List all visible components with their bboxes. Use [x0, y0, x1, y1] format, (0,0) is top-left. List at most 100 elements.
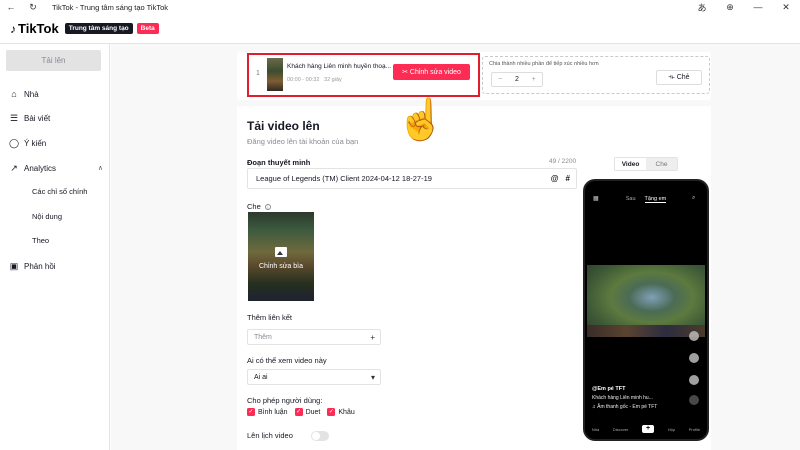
allow-options: ✓ Bình luận ✓ Duet ✓ Khâu: [247, 408, 355, 416]
feed-tab-following: Sau: [625, 196, 636, 202]
split-parts-stepper[interactable]: − 2 +: [491, 72, 543, 87]
checkbox-checked-icon[interactable]: ✓: [294, 408, 303, 416]
preview-username: @Em pé TFT: [592, 386, 626, 392]
sidebar-item-home[interactable]: ⌂ Nhà: [8, 88, 103, 100]
nav-profile: Profile: [688, 426, 701, 432]
tab-video[interactable]: Video: [615, 158, 646, 170]
sidebar-subitem-followers[interactable]: Theo: [32, 236, 49, 245]
sidebar-item-label: Ý kiến: [24, 138, 47, 148]
sidebar-item-label: Bài viết: [24, 113, 51, 123]
add-link-field[interactable]: Thêm +: [247, 329, 381, 345]
preview-sound: ♫ Âm thanh gốc - Em pé TFT: [592, 404, 658, 410]
split-label: Chia thành nhiều phần để tiếp xúc nhiều …: [489, 61, 599, 67]
cover-label: Che: [247, 202, 261, 211]
video-thumbnail: [267, 58, 283, 91]
cover-thumbnail[interactable]: Chỉnh sửa bìa: [248, 212, 314, 301]
chevron-down-icon: ▾: [370, 372, 375, 382]
preview-tabs: Video Che: [614, 157, 678, 171]
phone-preview: ▦ Sau Tặng em ⌕ @Em pé TFT Khách hàng Li…: [583, 179, 709, 441]
schedule-label: Lên lịch video: [247, 431, 293, 440]
allow-users-label: Cho phép người dùng:: [247, 396, 323, 405]
minimize-icon[interactable]: —: [744, 0, 772, 14]
window-title: TikTok - Trung tâm sáng tạo TikTok: [52, 2, 169, 12]
split-parts-value[interactable]: 2: [509, 76, 526, 83]
music-disc-icon: [689, 395, 699, 405]
preview-caption: Khách hàng Liên minh hu...: [592, 395, 653, 401]
creator-center-badge: Trung tâm sáng tạo: [64, 23, 133, 34]
duet-checkbox[interactable]: ✓ Duet: [294, 408, 320, 416]
scissors-icon: ✂: [402, 69, 408, 76]
edit-video-button[interactable]: ✂ Chỉnh sửa video: [393, 64, 470, 80]
split-button[interactable]: ⟛ Chẻ: [656, 70, 702, 85]
chart-icon: ↗: [10, 162, 18, 173]
feed-tabs: Sau Tặng em: [585, 196, 707, 203]
video-length: 32 giây: [324, 77, 342, 83]
sidebar-item-posts[interactable]: ☰ Bài viết: [8, 112, 103, 124]
checkbox-checked-icon[interactable]: ✓: [247, 408, 255, 416]
image-icon: [275, 247, 287, 257]
split-button-label: Chẻ: [676, 74, 690, 81]
checkbox-checked-icon[interactable]: ✓: [327, 408, 336, 416]
tab-cover[interactable]: Che: [646, 158, 677, 170]
sidebar-item-label: Nhà: [24, 89, 39, 99]
sidebar-item-analytics[interactable]: ↗ Analytics ∧: [8, 162, 103, 174]
plus-icon[interactable]: +: [370, 333, 375, 342]
back-icon[interactable]: ←: [0, 0, 22, 14]
schedule-toggle[interactable]: [311, 431, 329, 441]
close-icon[interactable]: ✕: [772, 0, 800, 14]
hashtag-icon[interactable]: #: [566, 174, 570, 183]
nav-inbox: Hộp: [667, 426, 676, 432]
comment-checkbox[interactable]: ✓ Bình luận: [247, 408, 288, 416]
sidebar-item-label: Phản hồi: [24, 261, 56, 271]
split-icon: ⟛: [668, 73, 675, 81]
search-icon: ⌕: [692, 195, 696, 201]
nav-discover: Discover: [612, 426, 629, 432]
privacy-value: Ai ai: [254, 373, 268, 381]
minus-icon[interactable]: −: [492, 76, 509, 83]
privacy-select[interactable]: Ai ai ▾: [247, 369, 381, 385]
sidebar-item-label: Analytics: [24, 163, 57, 173]
zoom-icon[interactable]: ⊕: [716, 0, 744, 14]
link-label: Thêm liên kết: [247, 313, 293, 322]
sidebar-item-feedback[interactable]: ▣ Phản hồi: [8, 260, 103, 272]
mention-icon[interactable]: @: [551, 174, 559, 183]
caption-input[interactable]: League of Legends (TM) Client 2024-04-12…: [247, 168, 577, 189]
sidebar: Tải lên ⌂ Nhà ☰ Bài viết ◯ Ý kiến ↗ Anal…: [0, 44, 110, 450]
page-title: Tải video lên: [247, 119, 320, 133]
caption-value[interactable]: League of Legends (TM) Client 2024-04-12…: [256, 174, 432, 183]
stitch-checkbox[interactable]: ✓ Khâu: [327, 408, 355, 416]
caption-counter: 49 / 2200: [549, 158, 577, 165]
caption-label: Đoạn thuyết minh: [247, 158, 311, 167]
phone-bottom-nav: Nhà Discover + Hộp Profile: [585, 419, 707, 439]
cover-label-row: Che i: [247, 202, 271, 211]
feedback-icon: ▣: [9, 260, 19, 271]
logo-text: TikTok: [18, 21, 59, 36]
sidebar-item-comments[interactable]: ◯ Ý kiến: [8, 137, 103, 149]
privacy-label: Ai có thể xem video này: [247, 356, 327, 365]
sidebar-subitem-content[interactable]: Nội dung: [32, 212, 62, 221]
window-titlebar: ← ↻ TikTok - Trung tâm sáng tạo TikTok あ…: [0, 0, 800, 14]
info-icon[interactable]: i: [264, 204, 271, 211]
list-icon: ☰: [9, 112, 19, 123]
video-card[interactable]: 1 Khách hàng Liên minh huyền thoạ... 00:…: [247, 53, 480, 97]
edit-cover-label: Chỉnh sửa bìa: [259, 263, 303, 270]
video-title: Khách hàng Liên minh huyền thoạ...: [287, 63, 392, 70]
preview-video-frame[interactable]: [587, 265, 705, 337]
checkbox-label: Bình luận: [258, 408, 288, 416]
video-duration: 00:00 - 00:32: [287, 77, 320, 83]
home-icon: ⌂: [11, 89, 17, 99]
nav-home: Nhà: [591, 426, 600, 432]
edit-video-label: Chỉnh sửa video: [409, 68, 461, 76]
tiktok-note-icon: ♪: [10, 21, 16, 36]
plus-icon[interactable]: +: [525, 76, 542, 83]
feed-tab-for-you: Tặng em: [644, 196, 667, 203]
comment-bubble-icon: [689, 353, 699, 363]
sidebar-subitem-key-metrics[interactable]: Các chỉ số chính: [32, 187, 87, 196]
tiktok-logo[interactable]: ♪ TikTok: [10, 21, 59, 36]
translate-icon[interactable]: あ: [688, 0, 716, 14]
app-header: ♪ TikTok Trung tâm sáng tạo Beta: [0, 14, 800, 44]
pointer-hand-icon: ☝: [396, 98, 446, 142]
upload-button[interactable]: Tải lên: [6, 50, 101, 71]
refresh-icon[interactable]: ↻: [22, 0, 44, 14]
page-subtitle: Đăng video lên tài khoản của bạn: [247, 137, 359, 146]
